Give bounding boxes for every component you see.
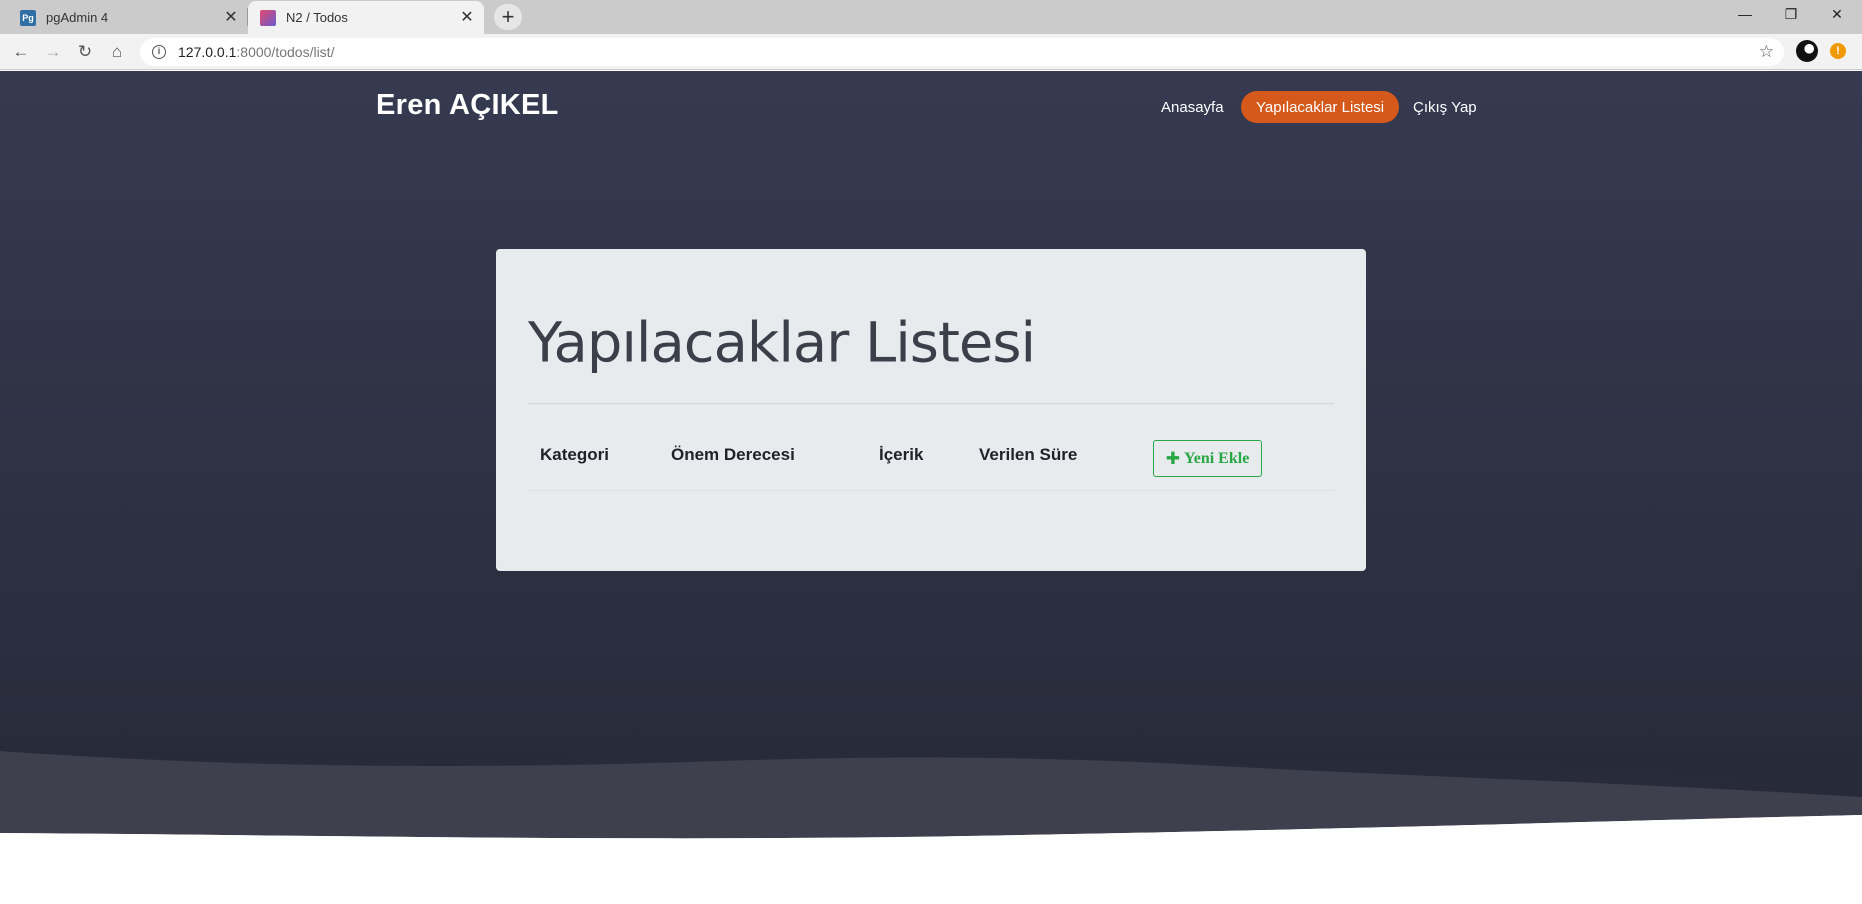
tab-title: pgAdmin 4 <box>46 10 109 25</box>
toolbar: ← → ↻ ⌂ i 127.0.0.1:8000/todos/list/ ☆ <box>0 34 1862 70</box>
minimize-button[interactable]: — <box>1722 0 1768 30</box>
plus-icon: + <box>501 4 515 29</box>
divider <box>528 403 1334 404</box>
table-row-divider <box>528 490 1334 491</box>
url-host: 127.0.0.1 <box>178 44 237 60</box>
home-icon: ⌂ <box>111 42 123 61</box>
plus-icon: ✚ <box>1165 448 1180 469</box>
add-new-label: Yeni Ekle <box>1183 449 1250 467</box>
page-title: Yapılacaklar Listesi <box>528 311 1036 376</box>
url-path: :8000/todos/list/ <box>236 44 335 60</box>
arrow-left-icon: ← <box>12 42 30 61</box>
close-tab-icon[interactable]: ✕ <box>222 9 240 27</box>
n2-favicon-icon <box>260 9 276 26</box>
home-button[interactable]: ⌂ <box>104 39 130 65</box>
back-button[interactable]: ← <box>8 39 34 65</box>
profile-avatar[interactable] <box>1796 40 1818 62</box>
new-tab-button[interactable]: + <box>494 4 522 30</box>
arrow-right-icon: → <box>44 42 62 61</box>
forward-button[interactable]: → <box>40 39 66 65</box>
column-header-priority: Önem Derecesi <box>671 445 795 464</box>
info-icon[interactable]: i <box>152 45 166 59</box>
column-header-duration: Verilen Süre <box>979 445 1078 464</box>
tab-todos[interactable]: N2 / Todos ✕ <box>248 1 484 34</box>
address-bar[interactable]: i 127.0.0.1:8000/todos/list/ ☆ <box>140 38 1784 66</box>
todo-card: Yapılacaklar Listesi Kategori Önem Derec… <box>496 249 1366 571</box>
column-header-category: Kategori <box>540 445 609 464</box>
close-tab-icon[interactable]: ✕ <box>458 9 476 27</box>
warning-icon[interactable]: ! <box>1830 43 1846 59</box>
nav-link-home[interactable]: Anasayfa <box>1161 91 1224 123</box>
tab-pgadmin[interactable]: Pg pgAdmin 4 ✕ <box>8 1 248 34</box>
restore-icon: ❐ <box>1784 6 1798 22</box>
restore-button[interactable]: ❐ <box>1768 0 1814 30</box>
minimize-icon: — <box>1738 6 1752 22</box>
close-window-button[interactable]: ✕ <box>1814 0 1860 30</box>
nav-link-logout[interactable]: Çıkış Yap <box>1413 91 1477 123</box>
close-icon: ✕ <box>1831 6 1843 22</box>
column-header-content: İçerik <box>879 445 924 464</box>
web-page: Eren AÇIKEL Anasayfa Yapılacaklar Listes… <box>0 71 1862 904</box>
wave-decoration <box>0 751 1862 904</box>
add-new-button[interactable]: ✚ Yeni Ekle <box>1153 440 1262 477</box>
tab-strip: Pg pgAdmin 4 ✕ N2 / Todos ✕ + — ❐ ✕ <box>0 0 1862 34</box>
nav-link-todo-list[interactable]: Yapılacaklar Listesi <box>1241 91 1400 123</box>
pgadmin-favicon-icon: Pg <box>20 9 36 26</box>
bookmark-star-icon[interactable]: ☆ <box>1759 42 1774 62</box>
reload-icon: ↻ <box>77 42 93 61</box>
reload-button[interactable]: ↻ <box>72 39 98 65</box>
site-brand[interactable]: Eren AÇIKEL <box>376 89 559 122</box>
tab-title: N2 / Todos <box>286 10 348 25</box>
